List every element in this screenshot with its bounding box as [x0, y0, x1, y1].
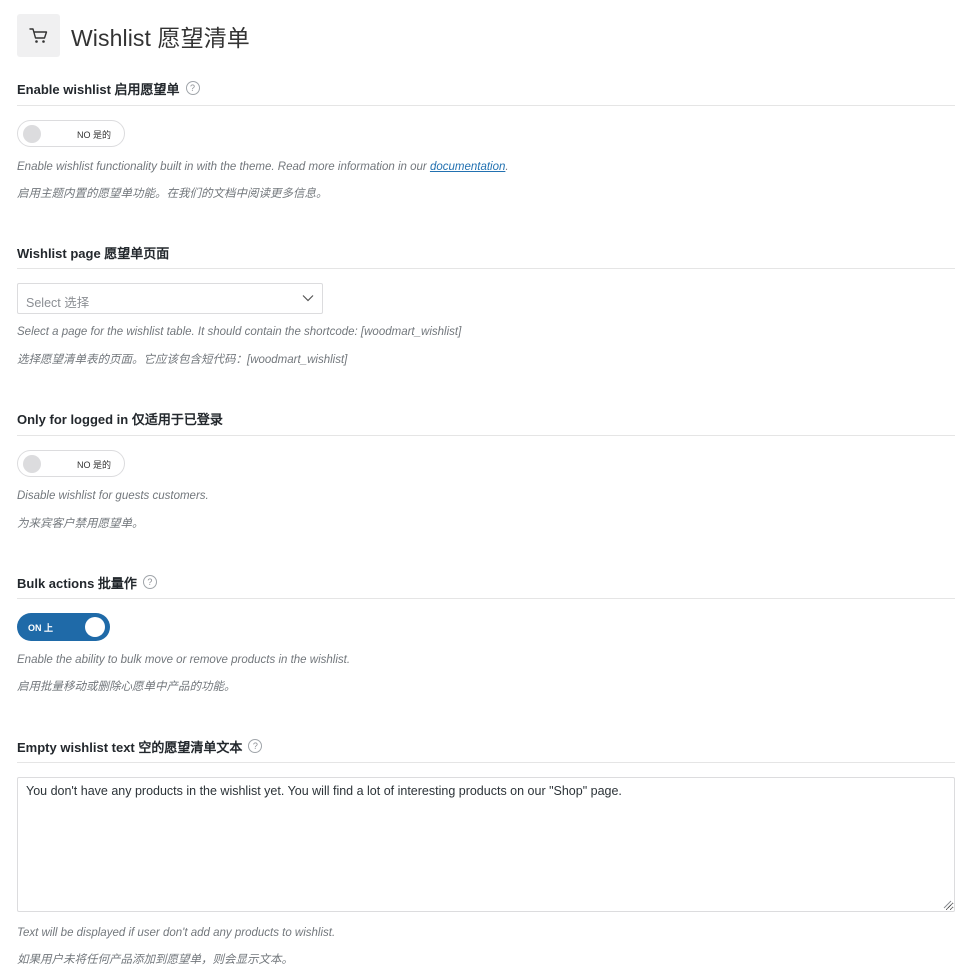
empty-wishlist-text-section: Empty wishlist text 空的愿望清单文本 ? You don't… — [17, 737, 955, 977]
bulk-actions-section: Bulk actions 批量作 ? ON 上 Enable the abili… — [17, 573, 955, 703]
textarea-value: You don't have any products in the wishl… — [26, 784, 622, 798]
only-logged-in-title: Only for logged in 仅适用于已登录 — [17, 409, 955, 427]
enable-wishlist-description: Enable wishlist functionality built in w… — [17, 161, 509, 173]
section-divider — [17, 435, 955, 436]
wishlist-page-section: Wishlist page 愿望单页面 Select 选择 Select a p… — [17, 243, 955, 373]
resize-handle-icon[interactable] — [943, 900, 952, 909]
page-header: Wishlist 愿望清单 — [17, 14, 250, 57]
description-text: Enable wishlist functionality built in w… — [17, 161, 430, 173]
help-icon[interactable]: ? — [185, 81, 200, 95]
empty-wishlist-text-label: Empty wishlist text 空的愿望清单文本 — [17, 739, 243, 755]
only-logged-in-toggle[interactable]: NO 是的 — [17, 450, 125, 477]
bulk-actions-toggle[interactable]: ON 上 — [17, 613, 110, 641]
enable-wishlist-title: Enable wishlist 启用愿望单 ? — [17, 79, 955, 97]
only-logged-in-label: Only for logged in 仅适用于已登录 — [17, 411, 223, 427]
help-icon[interactable]: ? — [142, 575, 157, 589]
bulk-actions-label: Bulk actions 批量作 — [17, 575, 137, 591]
enable-wishlist-description-zh: 启用主题内置的愿望单功能。在我们的文档中阅读更多信息。 — [17, 188, 328, 200]
bulk-actions-description: Enable the ability to bulk move or remov… — [17, 654, 351, 666]
cart-icon — [17, 14, 60, 57]
bulk-actions-description-zh: 启用批量移动或删除心愿单中产品的功能。 — [17, 681, 236, 693]
section-divider — [17, 762, 955, 763]
section-divider — [17, 105, 955, 106]
page-title: Wishlist 愿望清单 — [71, 24, 250, 51]
documentation-link[interactable]: documentation — [430, 161, 505, 173]
wishlist-page-title: Wishlist page 愿望单页面 — [17, 243, 955, 261]
only-logged-in-section: Only for logged in 仅适用于已登录 NO 是的 Disable… — [17, 409, 955, 539]
wishlist-page-description-zh: 选择愿望清单表的页面。它应该包含短代码：[woodmart_wishlist] — [17, 354, 348, 366]
only-logged-in-description-zh: 为来宾客户禁用愿望单。 — [17, 518, 144, 530]
section-divider — [17, 598, 955, 599]
chevron-down-icon — [302, 295, 314, 302]
empty-wishlist-text-description: Text will be displayed if user don't add… — [17, 927, 336, 939]
enable-wishlist-label: Enable wishlist 启用愿望单 — [17, 81, 180, 97]
toggle-label: NO 是的 — [77, 130, 112, 140]
toggle-label: ON 上 — [28, 623, 54, 633]
enable-wishlist-section: Enable wishlist 启用愿望单 ? NO 是的 Enable wis… — [17, 79, 955, 209]
select-placeholder: Select 选择 — [26, 296, 90, 310]
wishlist-page-label: Wishlist page 愿望单页面 — [17, 245, 170, 261]
only-logged-in-description: Disable wishlist for guests customers. — [17, 490, 209, 502]
empty-wishlist-text-title: Empty wishlist text 空的愿望清单文本 ? — [17, 737, 955, 755]
toggle-label: NO 是的 — [77, 460, 112, 470]
empty-wishlist-text-description-zh: 如果用户未将任何产品添加到愿望单，则会显示文本。 — [17, 954, 293, 966]
toggle-knob — [23, 455, 41, 473]
wishlist-page-description: Select a page for the wishlist table. It… — [17, 326, 462, 338]
empty-wishlist-textarea[interactable]: You don't have any products in the wishl… — [17, 777, 955, 912]
wishlist-page-select[interactable]: Select 选择 — [17, 283, 323, 314]
wishlist-settings-page: Wishlist 愿望清单 Enable wishlist 启用愿望单 ? NO… — [0, 0, 973, 980]
description-suffix: . — [505, 161, 509, 173]
toggle-knob — [23, 125, 41, 143]
bulk-actions-title: Bulk actions 批量作 ? — [17, 573, 955, 591]
enable-wishlist-toggle[interactable]: NO 是的 — [17, 120, 125, 147]
section-divider — [17, 268, 955, 269]
help-icon[interactable]: ? — [248, 739, 263, 753]
toggle-knob — [85, 617, 105, 637]
